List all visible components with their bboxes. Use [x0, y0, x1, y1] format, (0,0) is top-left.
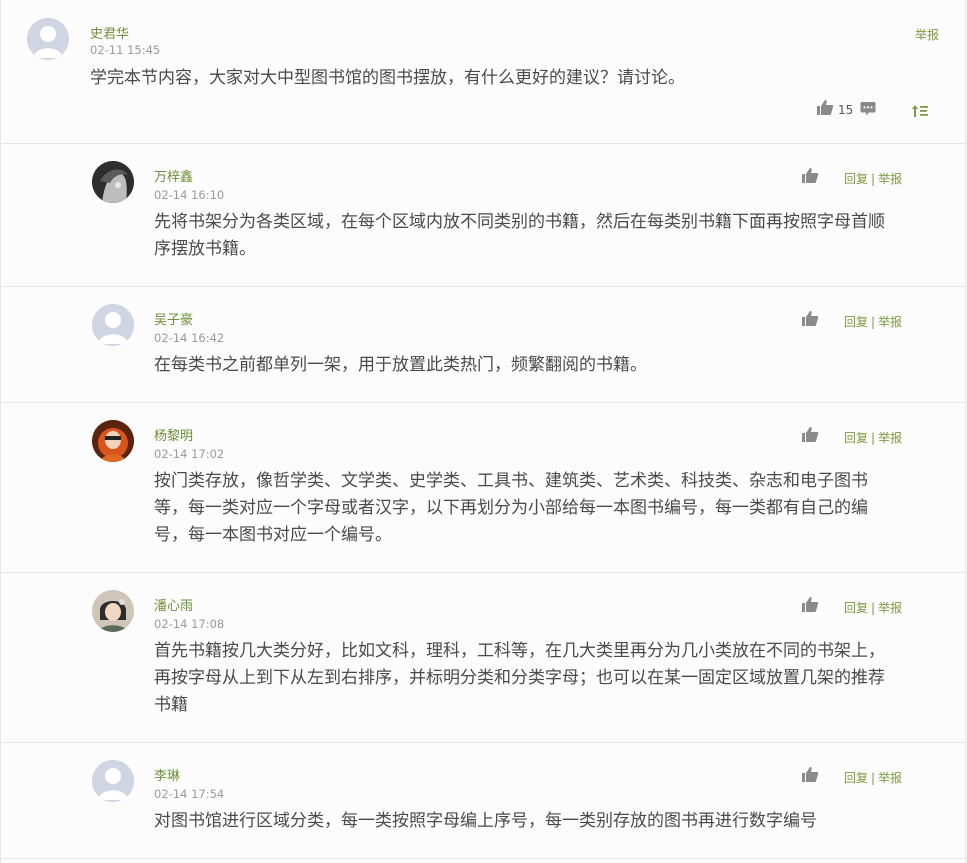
separator: |: [871, 315, 876, 329]
discussion-thread: 史君华 02-11 15:45 举报 学完本节内容，大家对大中型图书馆的图书摆放…: [0, 0, 966, 863]
content-line: 首先书籍按几大类分好，比如文科，理科，工科等，在几大类里再分为几小类放在不同的书…: [154, 641, 885, 661]
topic-post: 史君华 02-11 15:45 举报 学完本节内容，大家对大中型图书馆的图书摆放…: [1, 0, 965, 144]
reply-actions: 回复 | 举报: [844, 170, 902, 187]
avatar[interactable]: [27, 18, 69, 60]
report-link[interactable]: 举报: [915, 26, 939, 43]
avatar[interactable]: [92, 760, 134, 802]
sort-icon[interactable]: [912, 103, 928, 122]
separator: |: [871, 601, 876, 615]
post-time: 02-14 17:54: [154, 787, 225, 801]
reply-item: 李琳 02-14 17:54 回复 | 举报 对图书馆进行区域分类，每一类按照字母编…: [1, 742, 965, 859]
thumbs-up-icon[interactable]: [801, 167, 819, 188]
content-line: 号，每一本图书对应一个编号。: [154, 525, 392, 545]
report-link[interactable]: 举报: [878, 601, 902, 615]
thumbs-up-icon[interactable]: [801, 596, 819, 617]
reply-item: 吴子豪 02-14 16:42 回复 | 举报 在每类书之前都单列一架，用于放置此类…: [1, 286, 965, 403]
author-name[interactable]: 潘心雨: [154, 595, 193, 614]
author-name[interactable]: 杨黎明: [154, 425, 193, 444]
author-name[interactable]: 吴子豪: [154, 309, 193, 328]
post-time: 02-14 16:42: [154, 331, 225, 345]
report-link[interactable]: 举报: [878, 172, 902, 186]
report-link[interactable]: 举报: [878, 431, 902, 445]
thumbs-up-icon[interactable]: [816, 99, 834, 120]
reply-content: 按门类存放，像哲学类、文学类、史学类、工具书、建筑类、艺术类、科技类、杂志和电子…: [154, 468, 868, 549]
avatar[interactable]: [92, 590, 134, 632]
reply-actions: 回复 | 举报: [844, 769, 902, 786]
reply-item: 万梓鑫 02-14 16:10 回复 | 举报 先将书架分为各类区域，在每个区域内放…: [1, 143, 965, 287]
separator: |: [871, 172, 876, 186]
reply-link[interactable]: 回复: [844, 315, 868, 329]
content-line: 书籍: [154, 695, 188, 715]
separator: |: [871, 771, 876, 785]
reply-content: 先将书架分为各类区域，在每个区域内放不同类别的书籍，然后在每类别书籍下面再按照字…: [154, 209, 885, 263]
author-name[interactable]: 李琳: [154, 765, 180, 784]
reply-content: 首先书籍按几大类分好，比如文科，理科，工科等，在几大类里再分为几小类放在不同的书…: [154, 638, 885, 719]
author-name[interactable]: 万梓鑫: [154, 166, 193, 185]
separator: |: [871, 431, 876, 445]
content-line: 再按字母从上到下从左到右排序，并标明分类和分类字母；也可以在某一固定区域放置几架…: [154, 668, 885, 688]
avatar[interactable]: [92, 304, 134, 346]
avatar[interactable]: [92, 420, 134, 462]
thumbs-up-icon[interactable]: [801, 766, 819, 787]
reply-actions: 回复 | 举报: [844, 313, 902, 330]
reply-actions: 回复 | 举报: [844, 429, 902, 446]
thumbs-up-icon[interactable]: [801, 310, 819, 331]
avatar[interactable]: [92, 161, 134, 203]
content-line: 序摆放书籍。: [154, 239, 256, 259]
post-time: 02-11 15:45: [90, 43, 161, 57]
thumbs-up-icon[interactable]: [801, 426, 819, 447]
reply-link[interactable]: 回复: [844, 601, 868, 615]
report-link[interactable]: 举报: [878, 315, 902, 329]
topic-content: 学完本节内容，大家对大中型图书馆的图书摆放，有什么更好的建议？请讨论。: [90, 68, 685, 88]
reply-item: 杨黎明 02-14 17:02 回复 | 举报 按门类存放，像哲学类、文学类、史学类…: [1, 402, 965, 573]
reply-link[interactable]: 回复: [844, 431, 868, 445]
reply-content: 在每类书之前都单列一架，用于放置此类热门，频繁翻阅的书籍。: [154, 352, 647, 379]
reply-link[interactable]: 回复: [844, 172, 868, 186]
like-count: 15: [838, 103, 854, 117]
content-line: 在每类书之前都单列一架，用于放置此类热门，频繁翻阅的书籍。: [154, 355, 647, 375]
comment-icon[interactable]: [860, 101, 876, 121]
reply-link[interactable]: 回复: [844, 771, 868, 785]
reply-item: 潘心雨 02-14 17:08 回复 | 举报 首先书籍按几大类分好，比如文科，理科…: [1, 572, 965, 743]
author-name[interactable]: 史君华: [90, 23, 129, 42]
reply-actions: 回复 | 举报: [844, 599, 902, 616]
content-line: 先将书架分为各类区域，在每个区域内放不同类别的书籍，然后在每类别书籍下面再按照字…: [154, 212, 885, 232]
post-time: 02-14 16:10: [154, 188, 225, 202]
content-line: 按门类存放，像哲学类、文学类、史学类、工具书、建筑类、艺术类、科技类、杂志和电子…: [154, 471, 868, 491]
content-line: 对图书馆进行区域分类，每一类按照字母编上序号，每一类别存放的图书再进行数字编号: [154, 811, 817, 831]
reply-content: 对图书馆进行区域分类，每一类按照字母编上序号，每一类别存放的图书再进行数字编号: [154, 808, 817, 835]
report-link[interactable]: 举报: [878, 771, 902, 785]
post-time: 02-14 17:08: [154, 617, 225, 631]
content-line: 等，每一类对应一个字母或者汉字，以下再划分为小部给每一本图书编号，每一类都有自己…: [154, 498, 868, 518]
post-time: 02-14 17:02: [154, 447, 225, 461]
